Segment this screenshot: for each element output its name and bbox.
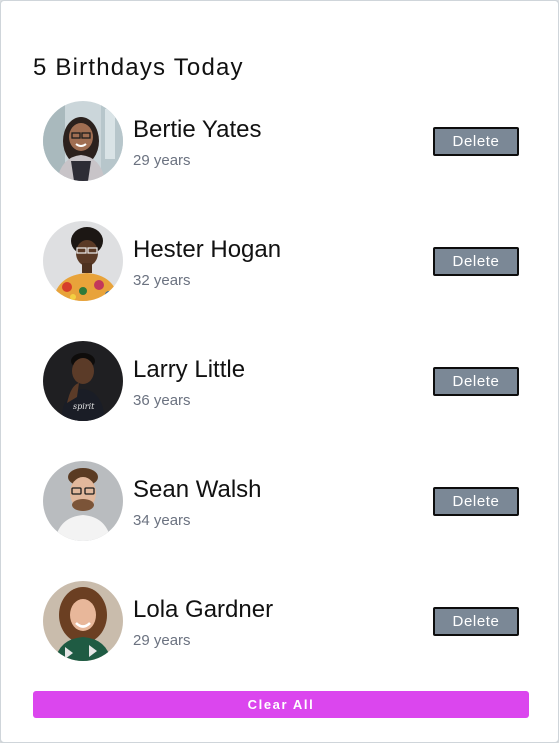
delete-button[interactable]: Delete <box>433 367 519 396</box>
list-item: Sean Walsh 34 years Delete <box>1 441 558 561</box>
delete-button[interactable]: Delete <box>433 247 519 276</box>
list-item: Bertie Yates 29 years Delete <box>1 81 558 201</box>
delete-button[interactable]: Delete <box>433 607 519 636</box>
avatar <box>43 101 123 181</box>
page-title: 5 Birthdays Today <box>33 54 244 81</box>
avatar: spirit <box>43 341 123 421</box>
delete-button[interactable]: Delete <box>433 127 519 156</box>
avatar <box>43 221 123 301</box>
list-item: spirit Larry Little 36 years Delete <box>1 321 558 441</box>
person-name: Lola Gardner <box>133 596 274 623</box>
person-photo-icon: spirit <box>43 341 123 421</box>
person-age: 29 years <box>133 632 191 649</box>
delete-button[interactable]: Delete <box>433 487 519 516</box>
person-age: 29 years <box>133 152 191 169</box>
person-photo-icon <box>43 581 123 661</box>
person-age: 32 years <box>133 272 191 289</box>
person-name: Sean Walsh <box>133 476 262 503</box>
birthday-card: 5 Birthdays Today Bertie Yates 29 years … <box>0 0 559 743</box>
list-item: Lola Gardner 29 years Delete <box>1 561 558 681</box>
person-age: 36 years <box>133 392 191 409</box>
person-name: Bertie Yates <box>133 116 262 143</box>
person-photo-icon <box>43 101 123 181</box>
person-name: Larry Little <box>133 356 246 383</box>
person-name: Hester Hogan <box>133 236 282 263</box>
avatar <box>43 461 123 541</box>
svg-text:spirit: spirit <box>73 402 95 411</box>
list-item: Hester Hogan 32 years Delete <box>1 201 558 321</box>
person-photo-icon <box>43 221 123 301</box>
clear-all-button[interactable]: Clear All <box>33 691 529 718</box>
avatar <box>43 581 123 661</box>
person-photo-icon <box>43 461 123 541</box>
person-age: 34 years <box>133 512 191 529</box>
